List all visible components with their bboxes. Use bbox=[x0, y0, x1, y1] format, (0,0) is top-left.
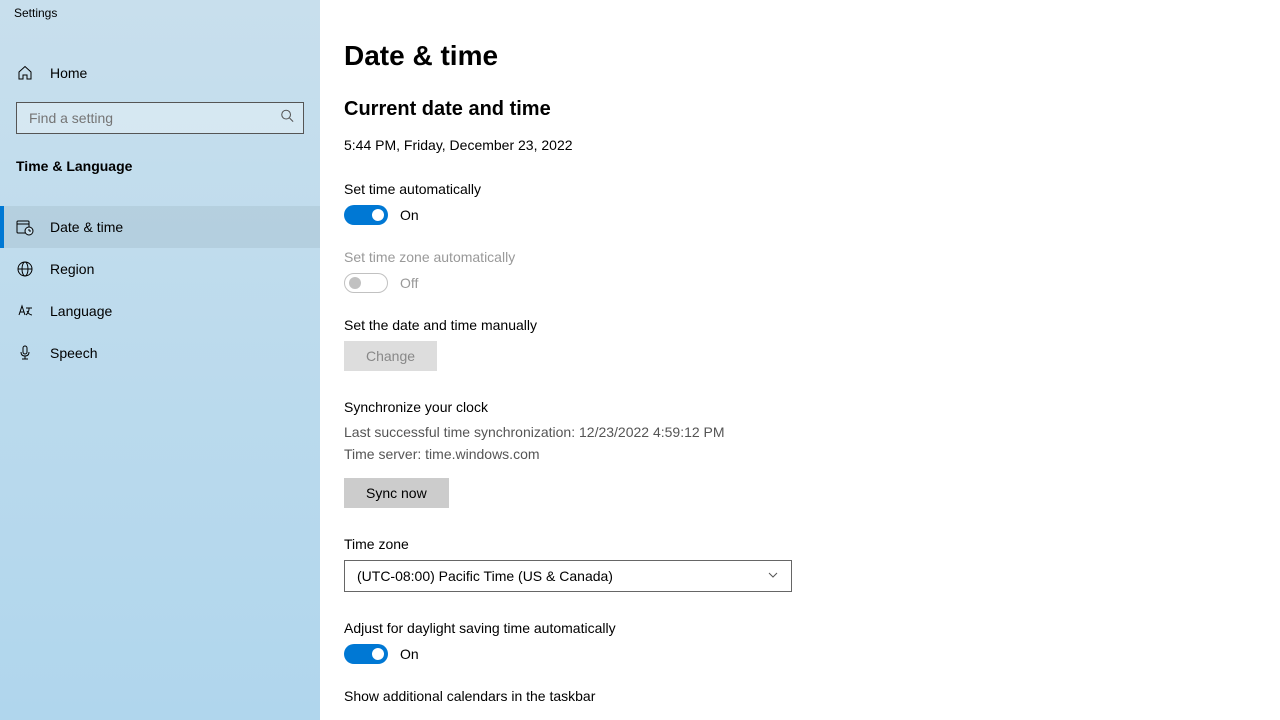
search-icon bbox=[280, 109, 294, 128]
auto-tz-state: Off bbox=[400, 275, 418, 291]
sidebar-item-label: Language bbox=[50, 303, 112, 319]
auto-time-state: On bbox=[400, 207, 419, 223]
globe-icon bbox=[16, 260, 34, 278]
language-icon bbox=[16, 302, 34, 320]
calendars-label: Show additional calendars in the taskbar bbox=[344, 688, 1280, 704]
microphone-icon bbox=[16, 344, 34, 362]
sidebar-item-label: Speech bbox=[50, 345, 97, 361]
dst-label: Adjust for daylight saving time automati… bbox=[344, 620, 1280, 636]
section-heading: Current date and time bbox=[344, 98, 1280, 121]
main-content: Date & time Current date and time 5:44 P… bbox=[320, 0, 1280, 720]
sidebar-item-date-time[interactable]: Date & time bbox=[0, 206, 320, 248]
home-icon bbox=[16, 64, 34, 82]
chevron-down-icon bbox=[767, 568, 779, 584]
clock-calendar-icon bbox=[16, 218, 34, 236]
auto-tz-label: Set time zone automatically bbox=[344, 249, 1280, 265]
sync-server: Time server: time.windows.com bbox=[344, 445, 1280, 465]
search-input[interactable] bbox=[16, 102, 304, 134]
auto-time-toggle[interactable] bbox=[344, 205, 388, 225]
sidebar-item-speech[interactable]: Speech bbox=[0, 332, 320, 374]
auto-tz-toggle bbox=[344, 273, 388, 293]
sidebar-item-region[interactable]: Region bbox=[0, 248, 320, 290]
auto-time-label: Set time automatically bbox=[344, 181, 1280, 197]
sidebar-item-language[interactable]: Language bbox=[0, 290, 320, 332]
page-title: Date & time bbox=[344, 40, 1280, 72]
sync-last: Last successful time synchronization: 12… bbox=[344, 423, 1280, 443]
sync-now-button[interactable]: Sync now bbox=[344, 478, 449, 508]
sidebar-item-label: Date & time bbox=[50, 219, 123, 235]
sidebar-item-label: Region bbox=[50, 261, 94, 277]
nav-home[interactable]: Home bbox=[0, 52, 320, 94]
timezone-dropdown[interactable]: (UTC-08:00) Pacific Time (US & Canada) bbox=[344, 560, 792, 592]
manual-label: Set the date and time manually bbox=[344, 317, 1280, 333]
nav-home-label: Home bbox=[50, 65, 87, 81]
tz-label: Time zone bbox=[344, 536, 1280, 552]
timezone-value: (UTC-08:00) Pacific Time (US & Canada) bbox=[357, 568, 613, 584]
category-header: Time & Language bbox=[0, 146, 320, 192]
dst-toggle[interactable] bbox=[344, 644, 388, 664]
window-title: Settings bbox=[0, 0, 320, 24]
sidebar: Settings Home Time & Language Date & tim… bbox=[0, 0, 320, 720]
current-datetime: 5:44 PM, Friday, December 23, 2022 bbox=[344, 137, 1280, 153]
search-wrap bbox=[0, 94, 320, 146]
sync-heading: Synchronize your clock bbox=[344, 399, 1280, 415]
dst-state: On bbox=[400, 646, 419, 662]
change-button: Change bbox=[344, 341, 437, 371]
